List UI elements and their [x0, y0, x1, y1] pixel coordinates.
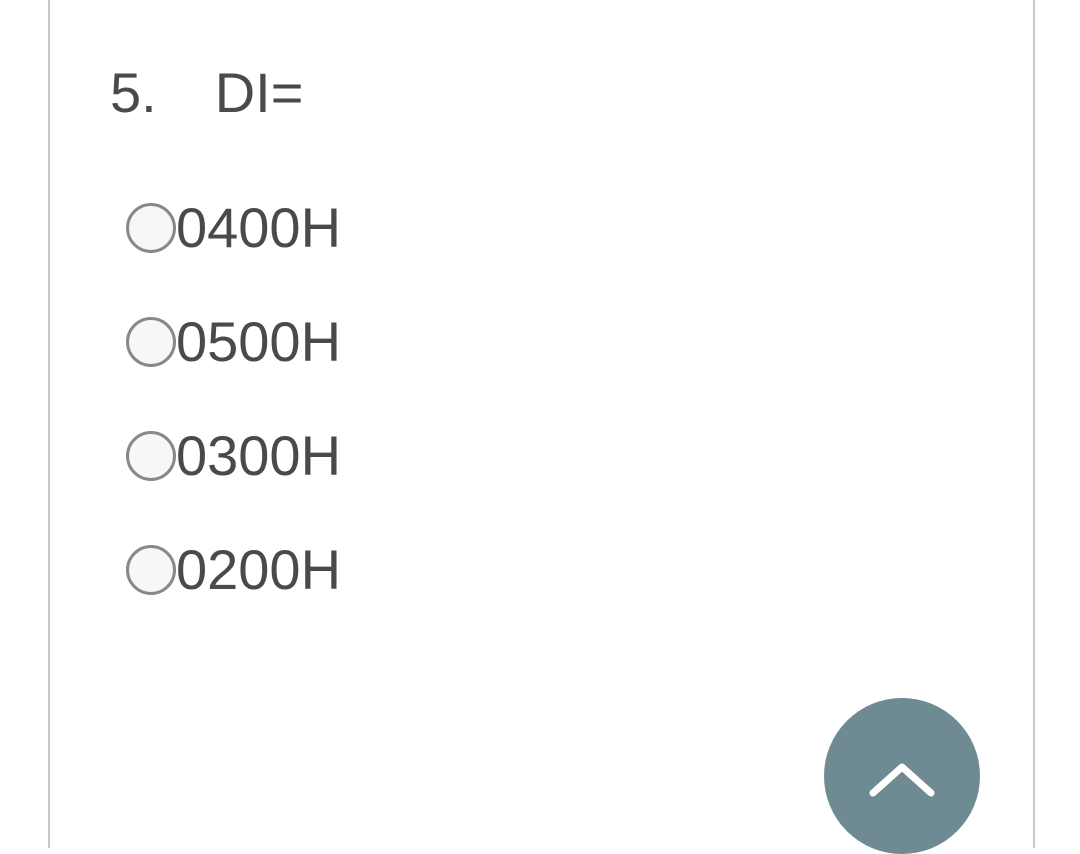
- option-row-2[interactable]: 0300H: [50, 428, 1033, 484]
- option-label: 0200H: [176, 542, 341, 598]
- option-label: 0400H: [176, 200, 341, 256]
- option-row-0[interactable]: 0400H: [50, 200, 1033, 256]
- radio-icon[interactable]: [126, 545, 176, 595]
- radio-icon[interactable]: [126, 431, 176, 481]
- option-row-1[interactable]: 0500H: [50, 314, 1033, 370]
- scroll-to-top-button[interactable]: [824, 698, 980, 854]
- radio-icon[interactable]: [126, 317, 176, 367]
- chevron-up-icon: [867, 759, 937, 799]
- option-label: 0300H: [176, 428, 341, 484]
- radio-icon[interactable]: [126, 203, 176, 253]
- option-label: 0500H: [176, 314, 341, 370]
- question-text: DI=: [215, 60, 304, 125]
- option-row-3[interactable]: 0200H: [50, 542, 1033, 598]
- question-number: 5.: [110, 60, 157, 125]
- question-header: 5. DI=: [50, 60, 1033, 125]
